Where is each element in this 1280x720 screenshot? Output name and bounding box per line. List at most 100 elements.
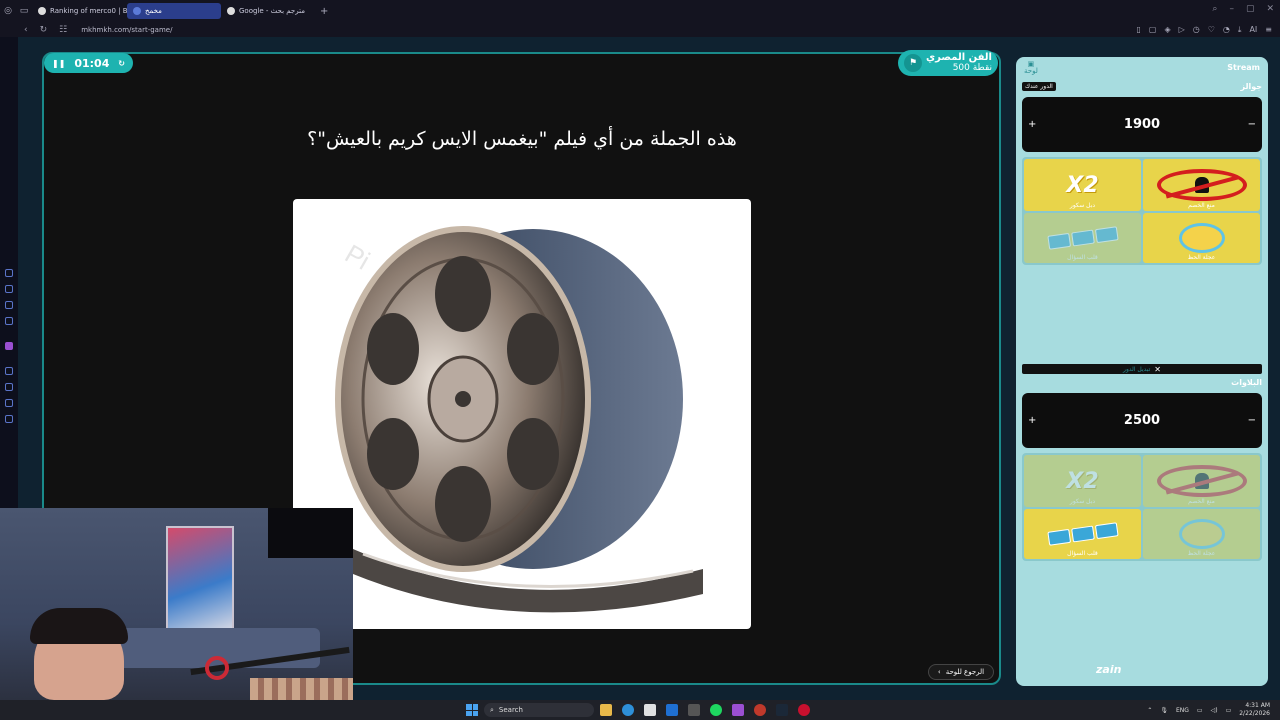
team1-powerup-block[interactable]: منع الخصم — [1143, 159, 1260, 211]
category-pill: ⚑ الفن المصري 500 نقطة — [898, 50, 998, 76]
volume-icon[interactable]: ◁) — [1211, 707, 1218, 714]
shield-icon[interactable]: ◈ — [1164, 25, 1170, 35]
opera-icon[interactable] — [798, 704, 810, 716]
team1-powerup-flip[interactable]: قلب السؤال — [1024, 213, 1141, 263]
history-icon[interactable]: ◷ — [1193, 25, 1200, 35]
ai-button[interactable]: AI — [1249, 25, 1257, 35]
team1-powerup-wheel[interactable]: عجلة الحظ — [1143, 213, 1260, 263]
spotify-icon[interactable] — [710, 704, 722, 716]
taskbar: ⌕ Search ⌃ 🎙 ENG ▭ ◁) ▭ 4:31 AM 2/22/202… — [0, 700, 1280, 720]
bookmark-icon[interactable]: ▯ — [1136, 25, 1140, 35]
powerup-caption: دبل سكور — [1069, 202, 1096, 209]
team2-powerups: X2 دبل سكور منع الخصم قلب السؤال عجلة ال… — [1022, 453, 1262, 561]
sidebar-twitch-icon[interactable] — [5, 342, 13, 350]
minimize-icon[interactable]: – — [1229, 4, 1234, 14]
back-to-board-label: الرجوع للوحة — [945, 668, 985, 676]
play-icon[interactable]: ▷ — [1179, 25, 1185, 35]
sidebar-refresh-icon[interactable] — [5, 269, 13, 277]
flag-icon[interactable]: ⚑ — [904, 54, 922, 72]
chat-icon[interactable]: ◔ — [1223, 25, 1230, 35]
tab-actions-icon[interactable]: ▭ — [16, 0, 32, 22]
new-tab-icon[interactable]: + — [320, 6, 328, 17]
back-to-board-button[interactable]: الرجوع للوحة › — [928, 664, 994, 680]
team1-minus-button[interactable]: − — [1248, 119, 1256, 130]
sidebar-notes-icon[interactable] — [5, 317, 13, 325]
sponsor-logo: zain — [1096, 663, 1122, 676]
tab-game[interactable]: مخمخ — [127, 3, 221, 19]
clock[interactable]: 4:31 AM 2/22/2026 — [1239, 702, 1270, 718]
maximize-icon[interactable]: ▢ — [1246, 4, 1255, 14]
turn-badge: الدور عندك — [1022, 82, 1056, 91]
twitch-icon[interactable] — [732, 704, 744, 716]
x2-icon: X2 — [1066, 172, 1099, 198]
heart-icon[interactable]: ♡ — [1208, 25, 1215, 35]
network-icon[interactable]: ▭ — [1197, 707, 1203, 714]
sidebar-bag-icon[interactable] — [5, 285, 13, 293]
reset-timer-icon[interactable]: ↻ — [118, 59, 125, 68]
category-name: الفن المصري — [926, 52, 992, 63]
steam-icon[interactable] — [776, 704, 788, 716]
sidebar-chat-icon[interactable] — [5, 301, 13, 309]
team1-score: 1900 — [1123, 117, 1161, 132]
board-icon[interactable]: ▣ لوحة — [1024, 61, 1038, 75]
webcam-person-hair — [30, 608, 128, 644]
team2-powerup-double[interactable]: X2 دبل سكور — [1024, 455, 1141, 507]
powerup-caption: عجلة الحظ — [1187, 254, 1216, 261]
powerup-caption: دبل سكور — [1069, 498, 1096, 505]
chevron-up-icon[interactable]: ⌃ — [1147, 707, 1152, 714]
file-explorer-icon[interactable] — [600, 704, 612, 716]
team2-score-box: + 2500 − — [1022, 393, 1262, 448]
menu-icon[interactable]: ≡ — [1265, 25, 1272, 35]
language-indicator[interactable]: ENG — [1176, 707, 1189, 714]
team2-powerup-flip[interactable]: قلب السؤال — [1024, 509, 1141, 559]
stream-label: Stream — [1227, 63, 1260, 72]
tab-favicon-icon — [38, 7, 46, 15]
powerup-caption: منع الخصم — [1188, 498, 1215, 505]
address-bar: ‹ ↻ ☷ mkhmkh.com/start-game/ ▯ ▢ ◈ ▷ ◷ ♡… — [0, 22, 1280, 37]
url-field[interactable]: mkhmkh.com/start-game/ — [81, 26, 172, 34]
wheel-icon — [1178, 223, 1225, 253]
tab-label: مخمخ — [145, 7, 162, 15]
no-player-icon — [1156, 169, 1247, 201]
mail-icon[interactable] — [666, 704, 678, 716]
score-panel: ▣ لوحة Stream جوالز الدور عندك + 1900 − X… — [1016, 57, 1268, 686]
browser-logo-icon[interactable]: ◎ — [0, 0, 16, 22]
chrome-icon[interactable] — [754, 704, 766, 716]
sidebar-settings-icon[interactable] — [5, 415, 13, 423]
battery-icon[interactable]: ▭ — [1226, 707, 1232, 714]
swap-turn-button[interactable]: تبديل الدور ✕ — [1022, 364, 1262, 374]
store-icon[interactable] — [644, 704, 656, 716]
screenshot-icon[interactable]: ▢ — [1149, 25, 1157, 35]
team2-minus-button[interactable]: − — [1248, 415, 1256, 426]
sidebar-link-icon[interactable] — [5, 399, 13, 407]
powerup-caption: عجلة الحظ — [1187, 550, 1216, 557]
close-icon[interactable]: ✕ — [1266, 4, 1274, 14]
team1-plus-button[interactable]: + — [1028, 119, 1036, 130]
back-icon[interactable]: ‹ — [24, 25, 28, 35]
team2-powerup-wheel[interactable]: عجلة الحظ — [1143, 509, 1260, 559]
tab-ranking[interactable]: Ranking of merco0 | Botfl — [32, 3, 127, 19]
pause-icon[interactable]: ❚❚ — [52, 59, 65, 68]
sidebar-clock-icon[interactable] — [5, 383, 13, 391]
x2-icon: X2 — [1066, 468, 1099, 494]
team2-plus-button[interactable]: + — [1028, 415, 1036, 426]
sidebar-play-icon[interactable] — [5, 367, 13, 375]
snipping-icon[interactable] — [688, 704, 700, 716]
windows-start-icon[interactable] — [466, 704, 478, 716]
taskbar-search[interactable]: ⌕ Search — [484, 703, 594, 717]
tab-translate[interactable]: Google - مترجم بحث — [221, 3, 316, 19]
taskbar-apps — [600, 704, 810, 716]
mic-icon[interactable]: 🎙 — [1160, 707, 1168, 714]
team2-powerup-block[interactable]: منع الخصم — [1143, 455, 1260, 507]
search-tabs-icon[interactable]: ⌕ — [1212, 4, 1217, 14]
reload-icon[interactable]: ↻ — [40, 25, 48, 35]
powerup-caption: منع الخصم — [1188, 202, 1215, 209]
site-info-icon[interactable]: ☷ — [59, 25, 67, 35]
tab-label: Ranking of merco0 | Botfl — [50, 7, 127, 15]
category-points: 500 نقطة — [952, 63, 992, 73]
download-icon[interactable]: ⤓ — [1238, 25, 1242, 35]
system-tray: ⌃ 🎙 ENG ▭ ◁) ▭ 4:31 AM 2/22/2026 — [1147, 702, 1270, 718]
screen: ◎ ▭ Ranking of merco0 | Botfl مخمخ Googl… — [0, 0, 1280, 720]
team1-powerup-double[interactable]: X2 دبل سكور — [1024, 159, 1141, 211]
edge-icon[interactable] — [622, 704, 634, 716]
